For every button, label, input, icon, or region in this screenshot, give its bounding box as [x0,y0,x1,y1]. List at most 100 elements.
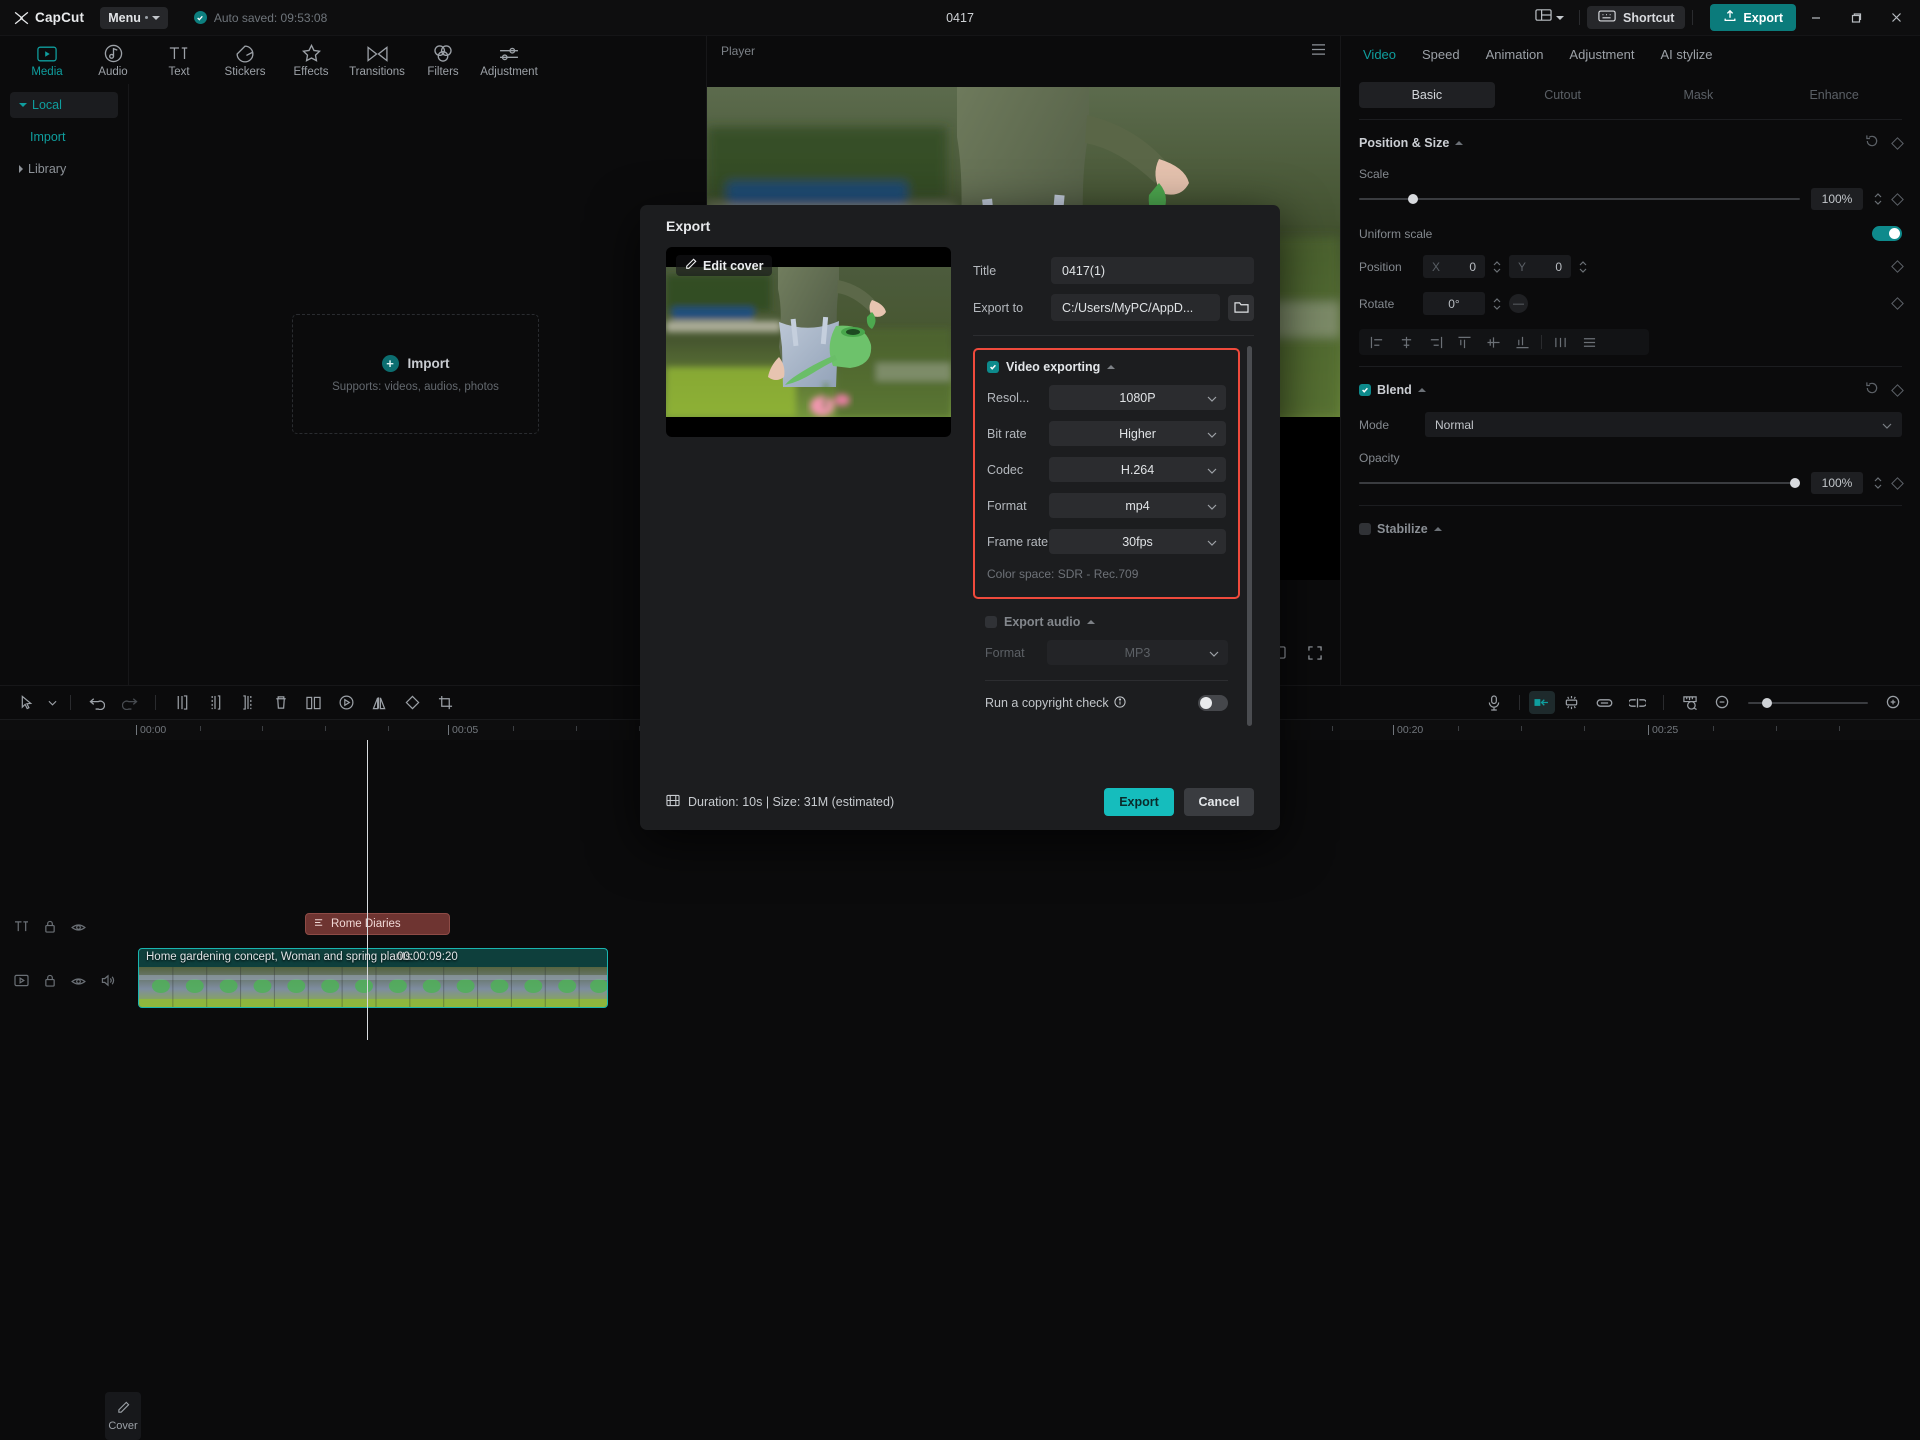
keyframe-icon[interactable] [1891,384,1904,397]
rotate-stepper[interactable] [1493,298,1501,310]
resolution-select[interactable]: 1080P [1049,385,1226,410]
subtab-basic[interactable]: Basic [1359,82,1495,108]
tab-text[interactable]: Text [146,40,212,78]
export-path-input[interactable]: C:/Users/MyPC/AppD... [1051,294,1220,321]
framerate-select[interactable]: 30fps [1049,529,1226,554]
text-clip[interactable]: Rome Diaries [305,913,450,935]
position-size-header[interactable]: Position & Size [1359,133,1902,153]
close-button[interactable] [1876,0,1916,36]
fullscreen-icon[interactable] [1308,646,1322,665]
subtab-mask[interactable]: Mask [1631,82,1767,108]
import-dropzone[interactable]: + Import Supports: videos, audios, photo… [292,314,539,434]
maximize-button[interactable] [1836,0,1876,36]
slider-knob[interactable] [1790,478,1800,488]
shortcut-button[interactable]: Shortcut [1587,6,1685,29]
slider-knob[interactable] [1408,194,1418,204]
ruler-icon[interactable] [1673,686,1706,719]
video-exporting-header[interactable]: Video exporting [987,360,1226,374]
position-y-stepper[interactable] [1579,261,1587,273]
uniform-scale-toggle[interactable] [1872,226,1902,241]
tab-animation[interactable]: Animation [1486,47,1544,62]
export-button-titlebar[interactable]: Export [1710,4,1796,31]
cancel-button[interactable]: Cancel [1184,788,1254,816]
stabilize-header[interactable]: Stabilize [1359,519,1902,539]
select-dropdown-icon[interactable] [43,686,61,719]
distribute-h-icon[interactable] [1546,329,1575,355]
bitrate-select[interactable]: Higher [1049,421,1226,446]
align-center-h-icon[interactable] [1392,329,1421,355]
align-right-icon[interactable] [1421,329,1450,355]
align-left-icon[interactable] [1363,329,1392,355]
keyframe-icon[interactable] [1891,297,1904,310]
keyframe-icon[interactable] [1891,137,1904,150]
settings-scroll-area[interactable]: Video exporting Resol... 1080P Bit rate [973,336,1254,774]
tab-speed[interactable]: Speed [1422,47,1460,62]
audio-format-select[interactable]: MP3 [1047,640,1228,665]
undo-icon[interactable] [80,686,113,719]
tab-filters[interactable]: Filters [410,40,476,78]
video-exporting-checkbox[interactable] [987,361,999,373]
rotate-icon[interactable] [396,686,429,719]
info-icon[interactable] [1114,696,1126,711]
position-x-stepper[interactable] [1493,261,1501,273]
keyframe-icon[interactable] [1891,260,1904,273]
mirror-icon[interactable] [363,686,396,719]
reset-icon[interactable] [1865,381,1879,400]
subtab-enhance[interactable]: Enhance [1766,82,1902,108]
scrollbar[interactable] [1247,346,1252,726]
split-icon[interactable] [165,686,198,719]
crop-icon[interactable] [429,686,462,719]
redo-icon[interactable] [113,686,146,719]
tab-ai-stylize[interactable]: AI stylize [1660,47,1712,62]
rotate-field[interactable]: 0° [1423,292,1485,315]
lock-icon[interactable] [44,920,56,938]
align-top-icon[interactable] [1450,329,1479,355]
export-audio-checkbox[interactable] [985,616,997,628]
folder-icon[interactable] [1228,295,1254,321]
auto-adjust-icon[interactable] [1555,686,1588,719]
keyframe-icon[interactable] [1891,193,1904,206]
tab-effects[interactable]: Effects [278,40,344,78]
scale-slider[interactable] [1359,198,1800,200]
distribute-v-icon[interactable] [1575,329,1604,355]
link-icon[interactable] [1588,686,1621,719]
playhead[interactable] [367,740,368,1040]
align-middle-icon[interactable] [1479,329,1508,355]
tab-adjustment[interactable]: Adjustment [1569,47,1634,62]
microphone-icon[interactable] [1477,686,1510,719]
codec-select[interactable]: H.264 [1049,457,1226,482]
stabilize-checkbox[interactable] [1359,523,1371,535]
zoom-in-icon[interactable] [1877,686,1910,719]
keyframe-icon[interactable] [1891,477,1904,490]
zoom-out-icon[interactable] [1706,686,1739,719]
eye-icon[interactable] [71,974,86,992]
position-y-field[interactable]: Y 0 [1509,255,1571,278]
sidebar-item-library[interactable]: Library [10,156,118,182]
export-audio-header[interactable]: Export audio [985,615,1228,629]
copyright-toggle[interactable] [1198,695,1228,711]
title-input[interactable]: 0417(1) [1051,257,1254,284]
lock-icon[interactable] [44,974,56,992]
tab-audio[interactable]: Audio [80,40,146,78]
blend-checkbox[interactable] [1359,384,1371,396]
keyframe-play-icon[interactable] [330,686,363,719]
position-x-field[interactable]: X 0 [1423,255,1485,278]
scale-stepper[interactable] [1874,193,1882,205]
zoom-slider[interactable] [1748,702,1868,704]
freeze-icon[interactable] [297,686,330,719]
hamburger-icon[interactable] [1311,43,1326,59]
tab-media[interactable]: Media [14,40,80,78]
edit-cover-button[interactable]: Edit cover [676,255,772,276]
trim-left-icon[interactable] [198,686,231,719]
magnet-icon[interactable] [1529,691,1555,714]
tab-adjustment[interactable]: Adjustment [476,40,542,78]
align-bottom-icon[interactable] [1508,329,1537,355]
blend-header[interactable]: Blend [1359,380,1902,400]
delete-icon[interactable] [264,686,297,719]
sidebar-item-import[interactable]: Import [10,124,118,150]
select-icon[interactable] [10,686,43,719]
cover-button[interactable]: Cover [105,1392,141,1440]
layout-button[interactable] [1527,4,1572,31]
slider-knob[interactable] [1762,698,1772,708]
tab-transitions[interactable]: Transitions [344,40,410,78]
